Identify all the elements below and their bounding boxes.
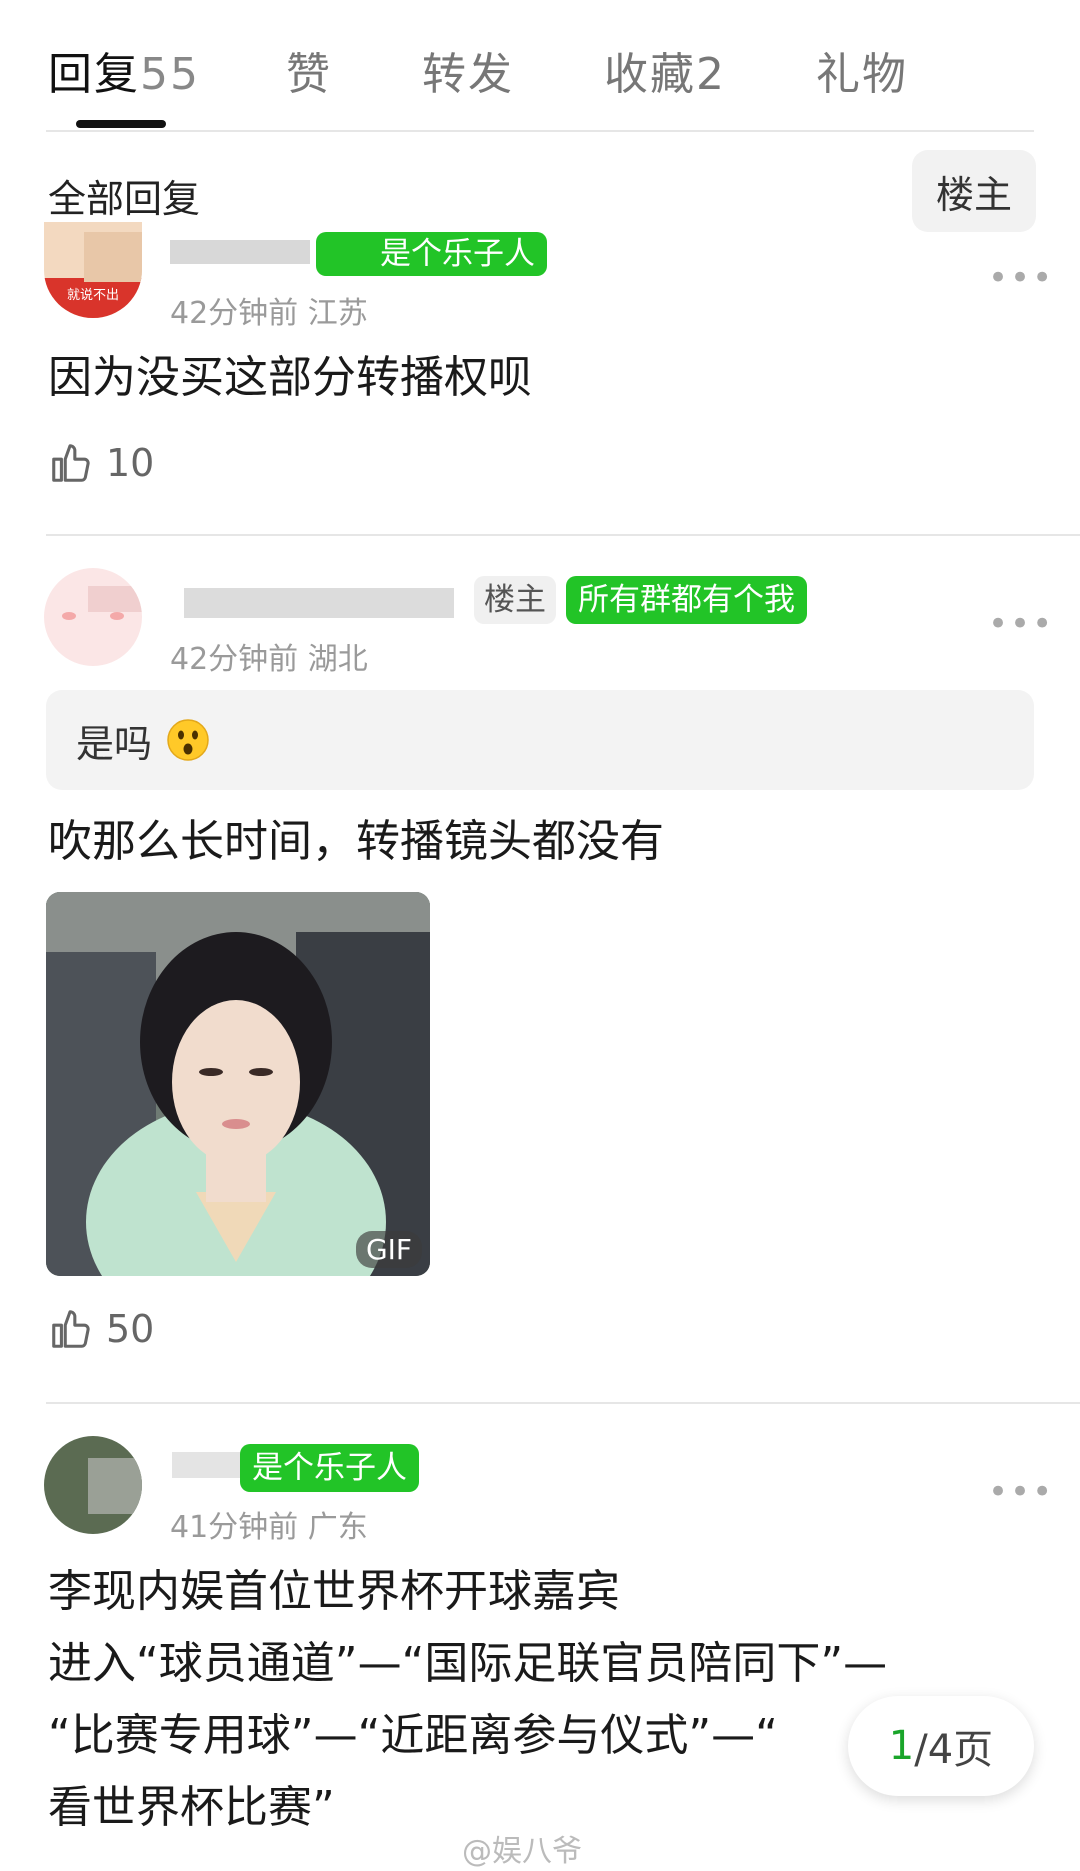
quoted-reply[interactable]: 是吗 [46,690,1034,790]
user-badge: 是个乐子人 [240,1444,419,1492]
total-pages: /4页 [914,1727,994,1773]
comment-text: 吹那么长时间，转播镜头都没有 [48,816,664,867]
page-indicator[interactable]: 1/4页 [848,1696,1034,1796]
username-censored[interactable] [184,588,454,618]
tabs-divider [46,130,1034,132]
gif-label: GIF [355,1231,422,1268]
tab-replies-count: 55 [140,49,200,100]
avatar-cheek [62,612,76,620]
more-options-icon[interactable]: ••• [988,1472,1054,1512]
watermark: @娱八爷 [462,1834,582,1869]
tab-gifts-label: 礼物 [816,49,908,100]
tab-likes-label: 赞 [286,49,332,100]
current-page: 1 [888,1723,915,1769]
filter-title: 全部回复 [48,177,201,221]
comment-divider [46,534,1080,536]
more-options-icon[interactable]: ••• [988,604,1054,644]
op-only-button[interactable]: 楼主 [912,150,1036,232]
like-button[interactable]: 50 [48,1306,154,1352]
comment-meta: 42分钟前 江苏 [170,296,368,331]
username-censored[interactable] [172,1452,242,1478]
username-censored[interactable] [170,240,310,264]
like-button[interactable]: 10 [48,440,154,486]
tab-gifts[interactable]: 礼物 [816,38,908,102]
tab-forwards[interactable]: 转发 [422,38,514,102]
tab-favorites[interactable]: 收藏2 [604,38,726,102]
tab-replies-label: 回复 [48,49,140,100]
like-count: 10 [106,441,155,485]
avatar-censor [88,586,142,612]
comment-divider [46,1402,1080,1404]
tab-bar: 回复55 赞 转发 收藏2 礼物 [0,0,1080,132]
avatar-cheek [110,612,124,620]
comment-text-line: 进入“球员通道”—“国际足联官员陪同下”— [48,1638,888,1689]
comment-text: 因为没买这部分转播权呗 [48,352,532,403]
gif-image[interactable]: GIF [46,892,430,1276]
thumbs-up-icon [52,444,90,482]
like-count: 50 [106,1307,155,1351]
tab-favorites-label: 收藏 [604,49,696,100]
thumbs-up-icon [52,1310,90,1348]
comment-text-line: 看世界杯比赛” [48,1782,335,1833]
comment-meta: 41分钟前 广东 [170,1510,368,1545]
tab-favorites-count: 2 [696,49,726,100]
more-options-icon[interactable]: ••• [988,258,1054,298]
avatar[interactable] [44,568,142,666]
avatar-censor [88,1458,142,1514]
op-badge: 楼主 [474,576,556,624]
active-tab-indicator [76,120,166,128]
user-badge: 是个乐子人 [316,232,547,276]
comment-text-line: 李现内娱首位世界杯开球嘉宾 [48,1566,620,1617]
avatar[interactable] [44,1436,142,1534]
tab-forwards-label: 转发 [422,49,514,100]
gif-photo [46,892,430,1276]
comment-text-line: “比赛专用球”—“近距离参与仪式”—“ [48,1710,778,1761]
avatar-caption: 就说不出 [44,278,142,318]
tab-replies[interactable]: 回复55 [48,38,200,102]
avatar[interactable]: 就说不出 [44,222,142,318]
surprised-emoji-icon [167,719,209,761]
user-badge: 所有群都有个我 [566,576,807,624]
quoted-text: 是吗 [76,721,153,766]
tab-likes[interactable]: 赞 [286,38,332,102]
avatar-censor [84,232,142,282]
comment-meta: 42分钟前 湖北 [170,642,368,677]
